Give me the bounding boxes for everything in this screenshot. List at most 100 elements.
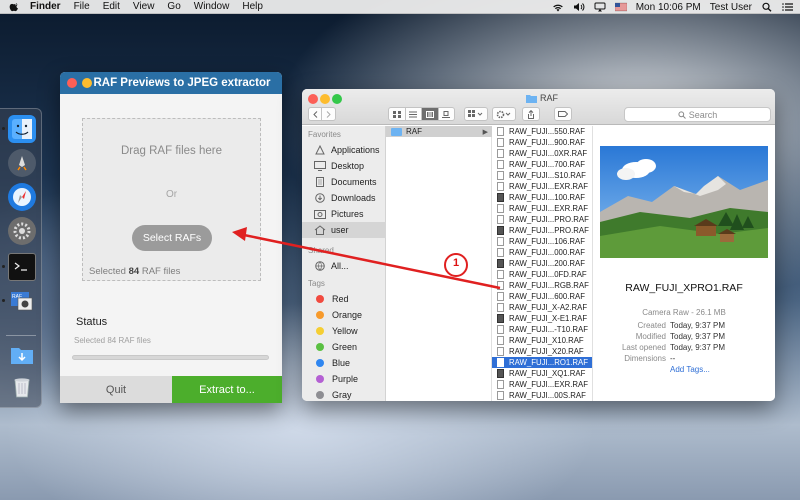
sidebar-tag-blue[interactable]: Blue xyxy=(302,355,386,371)
file-row[interactable]: RAW_FUJI...EXR.RAF xyxy=(492,379,592,390)
file-row[interactable]: RAW_FUJI_X10.RAF xyxy=(492,335,592,346)
terminal-dock-icon[interactable] xyxy=(8,253,36,281)
raf-window-title: RAF Previews to JPEG extractor xyxy=(93,77,271,89)
system-preferences-dock-icon[interactable] xyxy=(8,217,36,245)
file-row[interactable]: RAW_FUJI...EXR.RAF xyxy=(492,181,592,192)
finder-toolbar[interactable]: RAF Search xyxy=(302,89,775,125)
menu-window[interactable]: Window xyxy=(194,1,230,12)
edit-tags-button[interactable] xyxy=(554,107,572,121)
file-row[interactable]: RAW_FUJI...-T10.RAF xyxy=(492,324,592,335)
sidebar-tag-red[interactable]: Red xyxy=(302,291,386,307)
raf-drop-zone[interactable]: Drag RAF files here Or Select RAFs Selec… xyxy=(82,118,261,281)
file-row[interactable]: RAW_FUJI...PRO.RAF xyxy=(492,214,592,225)
select-rafs-button[interactable]: Select RAFs xyxy=(132,225,212,251)
column-view-button[interactable] xyxy=(422,108,439,120)
raf-window-titlebar[interactable]: RAF Previews to JPEG extractor xyxy=(60,72,282,94)
file-row[interactable]: RAW_FUJI...RO1.RAF xyxy=(492,357,592,368)
add-tags-link[interactable]: Add Tags... xyxy=(670,365,710,374)
view-mode-selector[interactable] xyxy=(388,107,455,121)
action-button[interactable] xyxy=(492,107,516,121)
menu-app-name[interactable]: Finder xyxy=(30,1,61,12)
sidebar-tag-purple[interactable]: Purple xyxy=(302,371,386,387)
airplay-display-icon[interactable] xyxy=(594,2,606,12)
sidebar-tag-gray[interactable]: Gray xyxy=(302,387,386,401)
sidebar-item-label: All... xyxy=(331,261,349,271)
wifi-icon[interactable] xyxy=(552,2,564,12)
file-row[interactable]: RAW_FUJI...S10.RAF xyxy=(492,170,592,181)
sidebar-item-pictures[interactable]: Pictures xyxy=(302,206,386,222)
menu-edit[interactable]: Edit xyxy=(103,1,120,12)
back-forward-buttons[interactable] xyxy=(308,107,336,121)
launchpad-dock-icon[interactable] xyxy=(8,149,36,177)
arrange-button[interactable] xyxy=(464,107,488,121)
file-name: RAW_FUJI...EXR.RAF xyxy=(509,204,588,213)
sidebar-item-desktop[interactable]: Desktop xyxy=(302,158,386,174)
finder-running-indicator xyxy=(2,127,5,130)
file-row[interactable]: RAW_FUJI...600.RAF xyxy=(492,291,592,302)
selected-suffix: RAF files xyxy=(141,266,181,277)
finder-zoom-button[interactable] xyxy=(332,94,342,104)
sidebar-item-downloads[interactable]: Downloads xyxy=(302,190,386,206)
minimize-window-button[interactable] xyxy=(82,78,92,88)
raf-extractor-dock-icon[interactable]: RAF xyxy=(8,287,36,315)
file-row[interactable]: RAW_FUJI_X-E1.RAF xyxy=(492,313,592,324)
sidebar-item-applications[interactable]: Applications xyxy=(302,142,386,158)
menu-file[interactable]: File xyxy=(74,1,90,12)
file-row[interactable]: RAW_FUJI...550.RAF xyxy=(492,126,592,137)
finder-search-field[interactable]: Search xyxy=(624,107,771,122)
document-file-icon xyxy=(497,336,504,345)
spotlight-search-icon[interactable] xyxy=(761,2,773,12)
finder-title: RAF xyxy=(526,93,558,103)
sidebar-item-documents[interactable]: Documents xyxy=(302,174,386,190)
back-button[interactable] xyxy=(309,108,322,120)
trash-dock-icon[interactable] xyxy=(8,373,36,401)
list-view-button[interactable] xyxy=(406,108,422,120)
menu-clock[interactable]: Mon 10:06 PM xyxy=(636,2,701,13)
sidebar-item-all-shared[interactable]: All... xyxy=(302,258,386,274)
file-row[interactable]: RAW_FUJI...0XR.RAF xyxy=(492,148,592,159)
file-row[interactable]: RAW_FUJI...700.RAF xyxy=(492,159,592,170)
file-row[interactable]: RAW_FUJI...106.RAF xyxy=(492,236,592,247)
share-button[interactable] xyxy=(522,107,540,121)
menu-go[interactable]: Go xyxy=(167,1,180,12)
icon-view-button[interactable] xyxy=(389,108,406,120)
finder-dock-icon[interactable] xyxy=(8,115,36,143)
notification-center-icon[interactable] xyxy=(782,2,794,12)
column-view-icon xyxy=(425,110,434,118)
apple-menu-icon[interactable] xyxy=(9,2,21,12)
file-row[interactable]: RAW_FUJI...00S.RAF xyxy=(492,390,592,401)
sidebar-tag-yellow[interactable]: Yellow xyxy=(302,323,386,339)
menu-view[interactable]: View xyxy=(133,1,155,12)
file-row[interactable]: RAW_FUJI_X-A2.RAF xyxy=(492,302,592,313)
volume-icon[interactable] xyxy=(573,2,585,12)
finder-close-button[interactable] xyxy=(308,94,318,104)
file-row[interactable]: RAW_FUJI...100.RAF xyxy=(492,192,592,203)
extract-to-button[interactable]: Extract to... xyxy=(172,376,282,403)
close-window-button[interactable] xyxy=(67,78,77,88)
menu-user[interactable]: Test User xyxy=(710,2,752,13)
column-item-raf-folder[interactable]: RAF ▶ xyxy=(386,126,492,137)
forward-button[interactable] xyxy=(322,108,335,120)
cover-flow-button[interactable] xyxy=(439,108,455,120)
file-row[interactable]: RAW_FUJI_XQ1.RAF xyxy=(492,368,592,379)
sidebar-tag-orange[interactable]: Orange xyxy=(302,307,386,323)
document-file-icon xyxy=(497,204,504,213)
file-row[interactable]: RAW_FUJI...0FD.RAF xyxy=(492,269,592,280)
file-row[interactable]: RAW_FUJI...200.RAF xyxy=(492,258,592,269)
menu-help[interactable]: Help xyxy=(242,1,263,12)
quit-button[interactable]: Quit xyxy=(60,376,172,403)
sidebar-item-user[interactable]: user xyxy=(302,222,386,238)
file-row[interactable]: RAW_FUJI...EXR.RAF xyxy=(492,203,592,214)
downloads-folder-dock-icon[interactable] xyxy=(8,341,36,369)
file-row[interactable]: RAW_FUJI...PRO.RAF xyxy=(492,225,592,236)
finder-minimize-button[interactable] xyxy=(320,94,330,104)
file-name: RAW_FUJI...RGB.RAF xyxy=(509,281,589,290)
file-row[interactable]: RAW_FUJI...RGB.RAF xyxy=(492,280,592,291)
sidebar-tag-green[interactable]: Green xyxy=(302,339,386,355)
file-row[interactable]: RAW_FUJI...900.RAF xyxy=(492,137,592,148)
file-row[interactable]: RAW_FUJI...000.RAF xyxy=(492,247,592,258)
file-row[interactable]: RAW_FUJI_X20.RAF xyxy=(492,346,592,357)
safari-dock-icon[interactable] xyxy=(8,183,36,211)
us-flag-icon[interactable] xyxy=(614,2,627,12)
sidebar-item-label: Documents xyxy=(331,177,377,187)
